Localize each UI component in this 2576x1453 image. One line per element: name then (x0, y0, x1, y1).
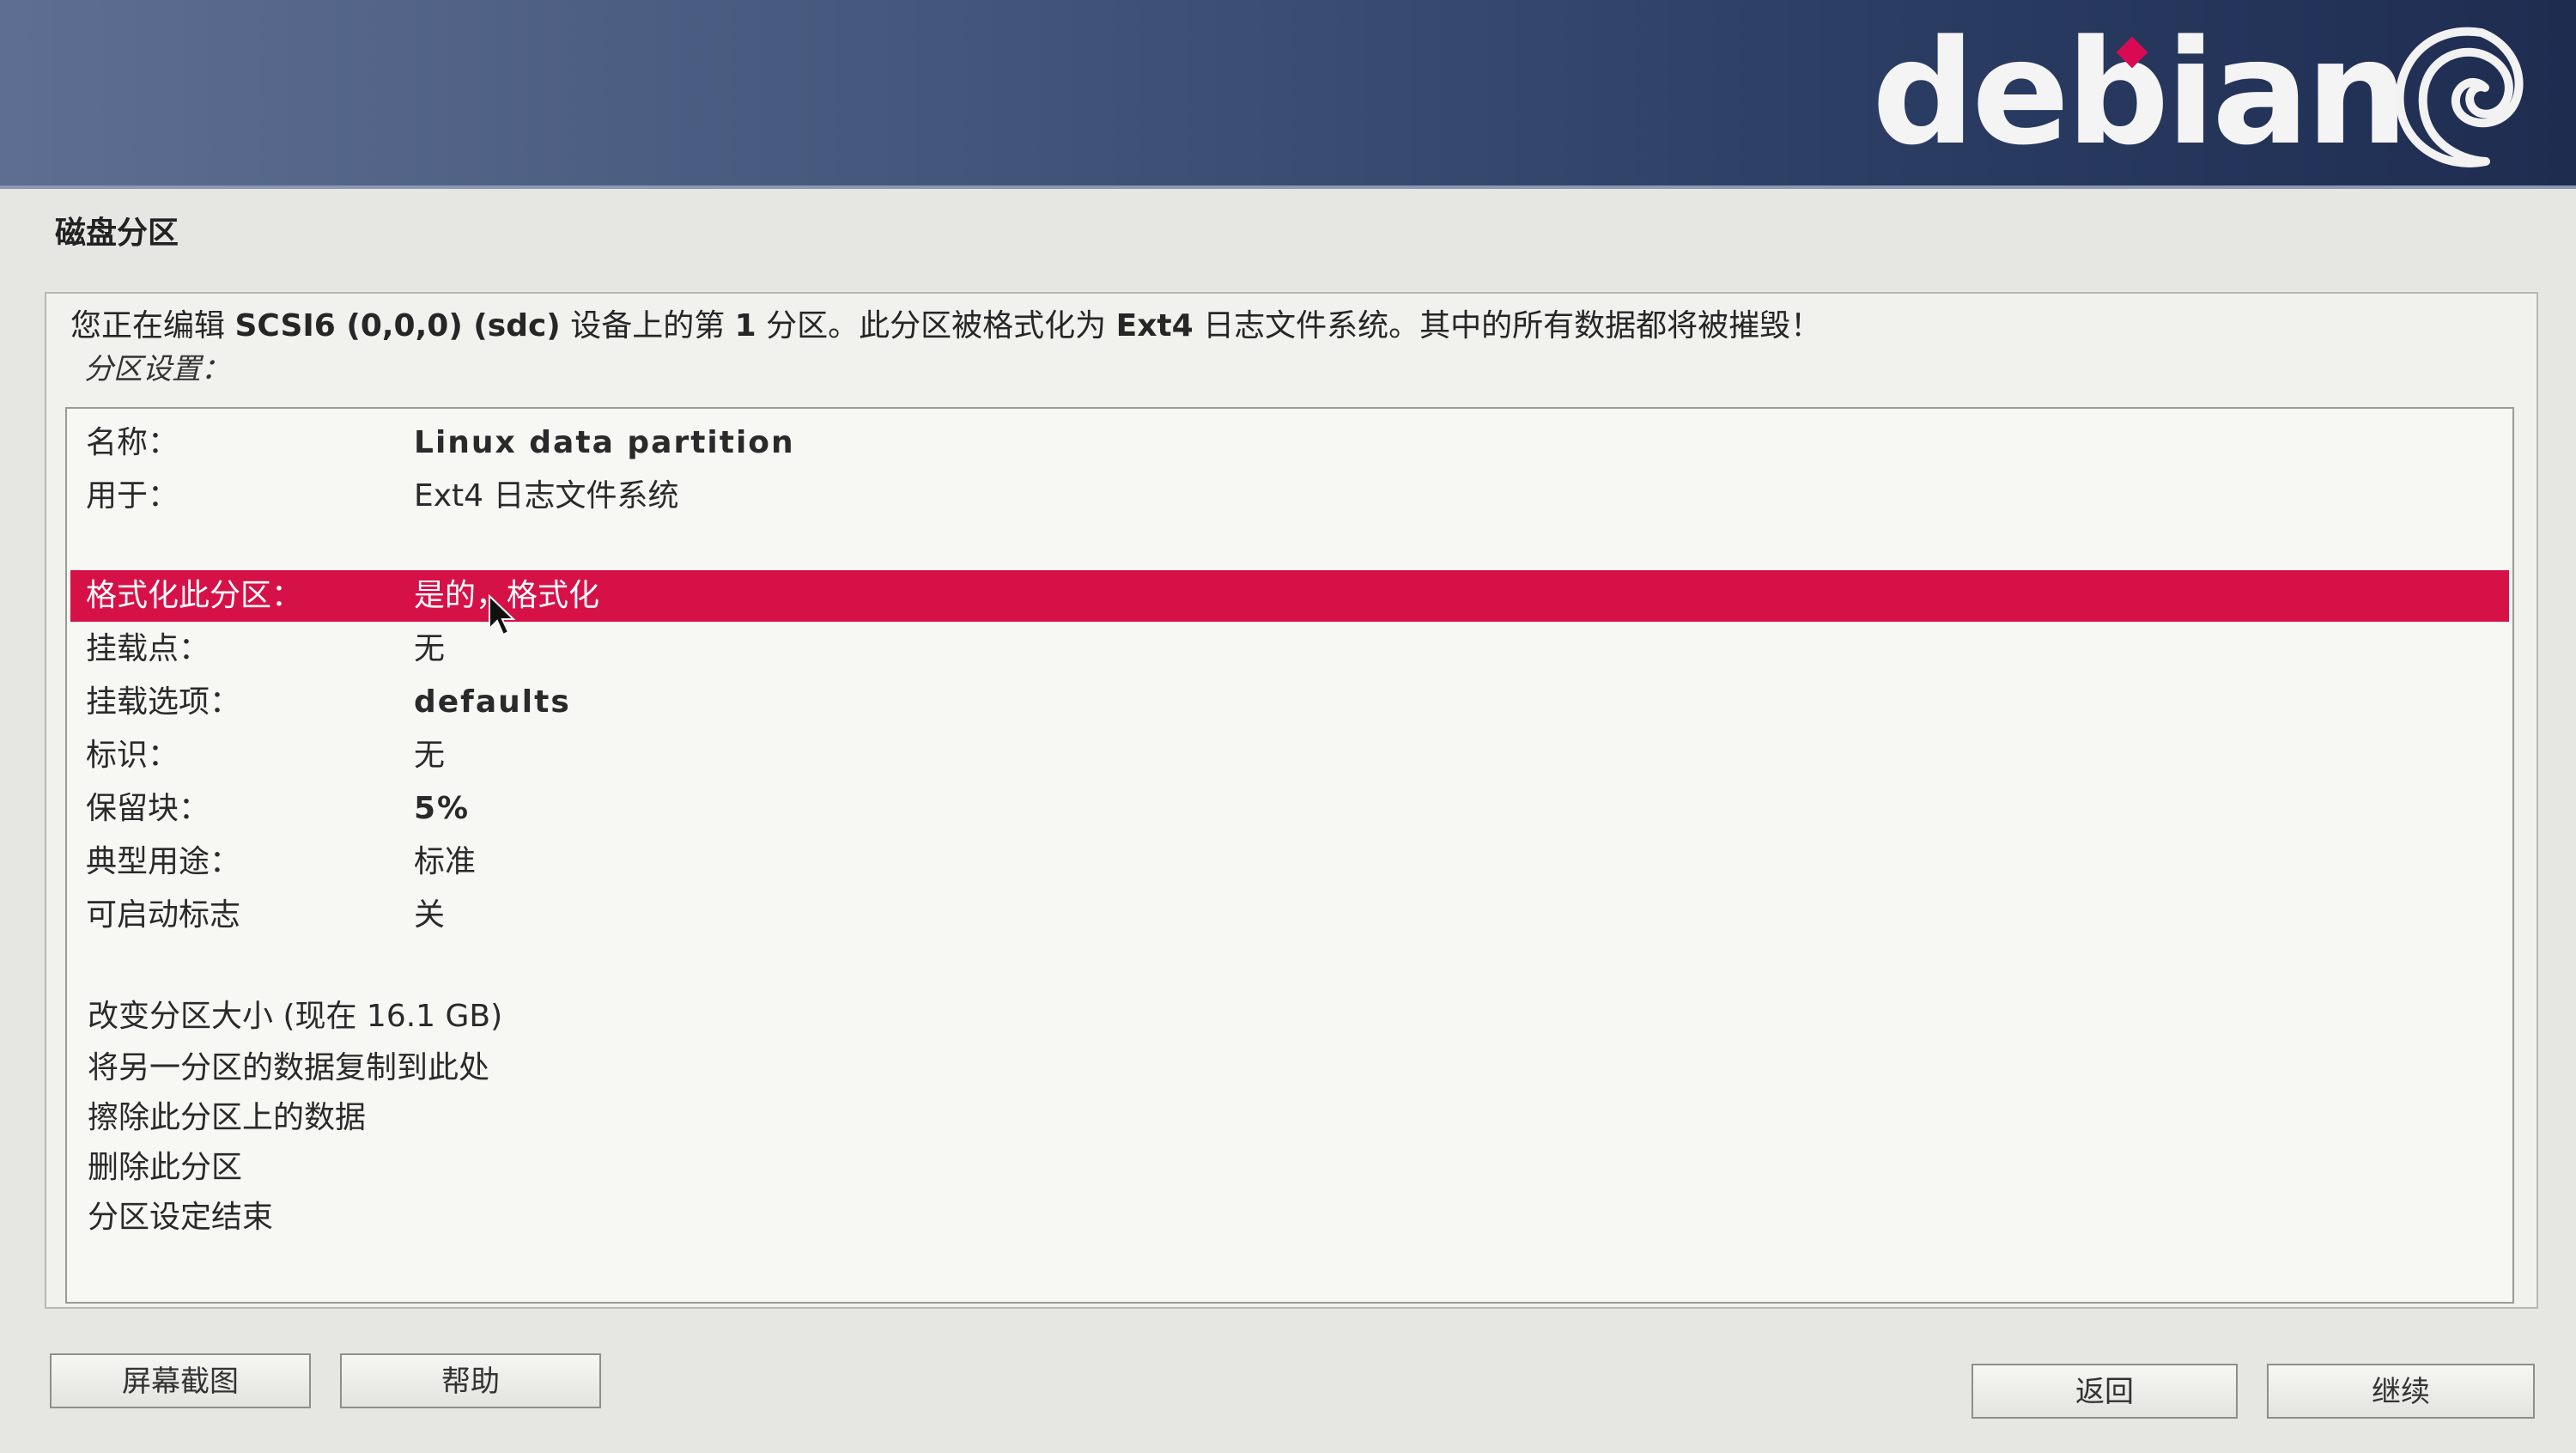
intro-middle2: 分区。此分区被格式化为 (756, 308, 1116, 343)
setting-value: Ext4 日志文件系统 (414, 478, 679, 514)
settings-heading: 分区设置： (84, 352, 230, 386)
intro-device: SCSI6 (0,0,0) (sdc) (234, 308, 561, 343)
setting-label: 典型用途： (86, 844, 241, 879)
action-delete-partition[interactable]: 删除此分区 (88, 1144, 242, 1192)
action-resize-partition[interactable]: 改变分区大小 (现在 16.1 GB) (88, 993, 502, 1041)
installer-screen: debian 磁盘分区 您正在编辑 SCSI6 (0,0,0) (sdc) 设备… (0, 0, 2576, 1453)
setting-row-bootable-flag[interactable]: 可启动标志 关 (70, 890, 2509, 941)
mouse-pointer-icon (489, 594, 516, 636)
intro-middle: 设备上的第 (560, 308, 735, 343)
continue-button[interactable]: 继续 (2267, 1364, 2535, 1419)
intro-suffix: 日志文件系统。其中的所有数据都将被摧毁！ (1193, 308, 1822, 343)
setting-row-use-as[interactable]: 用于： Ext4 日志文件系统 (70, 471, 2509, 522)
setting-value: 无 (414, 738, 446, 773)
setting-value: Linux data partition (414, 425, 795, 460)
setting-row-name[interactable]: 名称： Linux data partition (70, 417, 2509, 469)
setting-label: 可启动标志 (86, 897, 241, 933)
setting-value: defaults (414, 684, 571, 720)
setting-value: 无 (414, 631, 446, 666)
setting-label: 挂载选项： (86, 684, 241, 720)
action-done-setting-up[interactable]: 分区设定结束 (88, 1194, 273, 1242)
intro-number: 1 (734, 308, 756, 343)
setting-row-label[interactable]: 标识： 无 (70, 730, 2509, 781)
setting-label: 挂载点： (86, 631, 210, 666)
setting-row-typical-usage[interactable]: 典型用途： 标准 (70, 836, 2509, 888)
setting-value: 标准 (414, 844, 477, 879)
partition-settings-list: 名称： Linux data partition 用于： Ext4 日志文件系统… (65, 407, 2514, 1304)
setting-row-mount-point[interactable]: 挂载点： 无 (70, 623, 2509, 675)
intro-fs: Ext4 (1115, 308, 1194, 343)
setting-label: 标识： (86, 738, 179, 773)
debian-swirl-icon (2395, 27, 2524, 167)
setting-label: 保留块： (86, 791, 210, 826)
help-button[interactable]: 帮助 (340, 1353, 601, 1408)
page-title: 磁盘分区 (55, 216, 179, 251)
setting-row-format[interactable]: 格式化此分区： 是的，格式化 (70, 570, 2509, 622)
setting-row-mount-options[interactable]: 挂载选项： defaults (70, 677, 2509, 728)
action-copy-data[interactable]: 将另一分区的数据复制到此处 (88, 1044, 489, 1092)
action-erase-data[interactable]: 擦除此分区上的数据 (88, 1094, 366, 1142)
setting-value: 关 (414, 897, 446, 933)
setting-label: 用于： (86, 478, 179, 514)
back-button[interactable]: 返回 (1971, 1364, 2238, 1419)
setting-label: 格式化此分区： (86, 578, 303, 613)
header-banner: debian (0, 0, 2576, 189)
setting-row-reserved-blocks[interactable]: 保留块： 5% (70, 783, 2509, 835)
setting-value: 5% (414, 791, 471, 826)
screenshot-button[interactable]: 屏幕截图 (50, 1353, 311, 1408)
setting-label: 名称： (86, 425, 179, 460)
partition-intro-text: 您正在编辑 SCSI6 (0,0,0) (sdc) 设备上的第 1 分区。此分区… (70, 301, 2526, 345)
intro-prefix: 您正在编辑 (70, 308, 235, 343)
